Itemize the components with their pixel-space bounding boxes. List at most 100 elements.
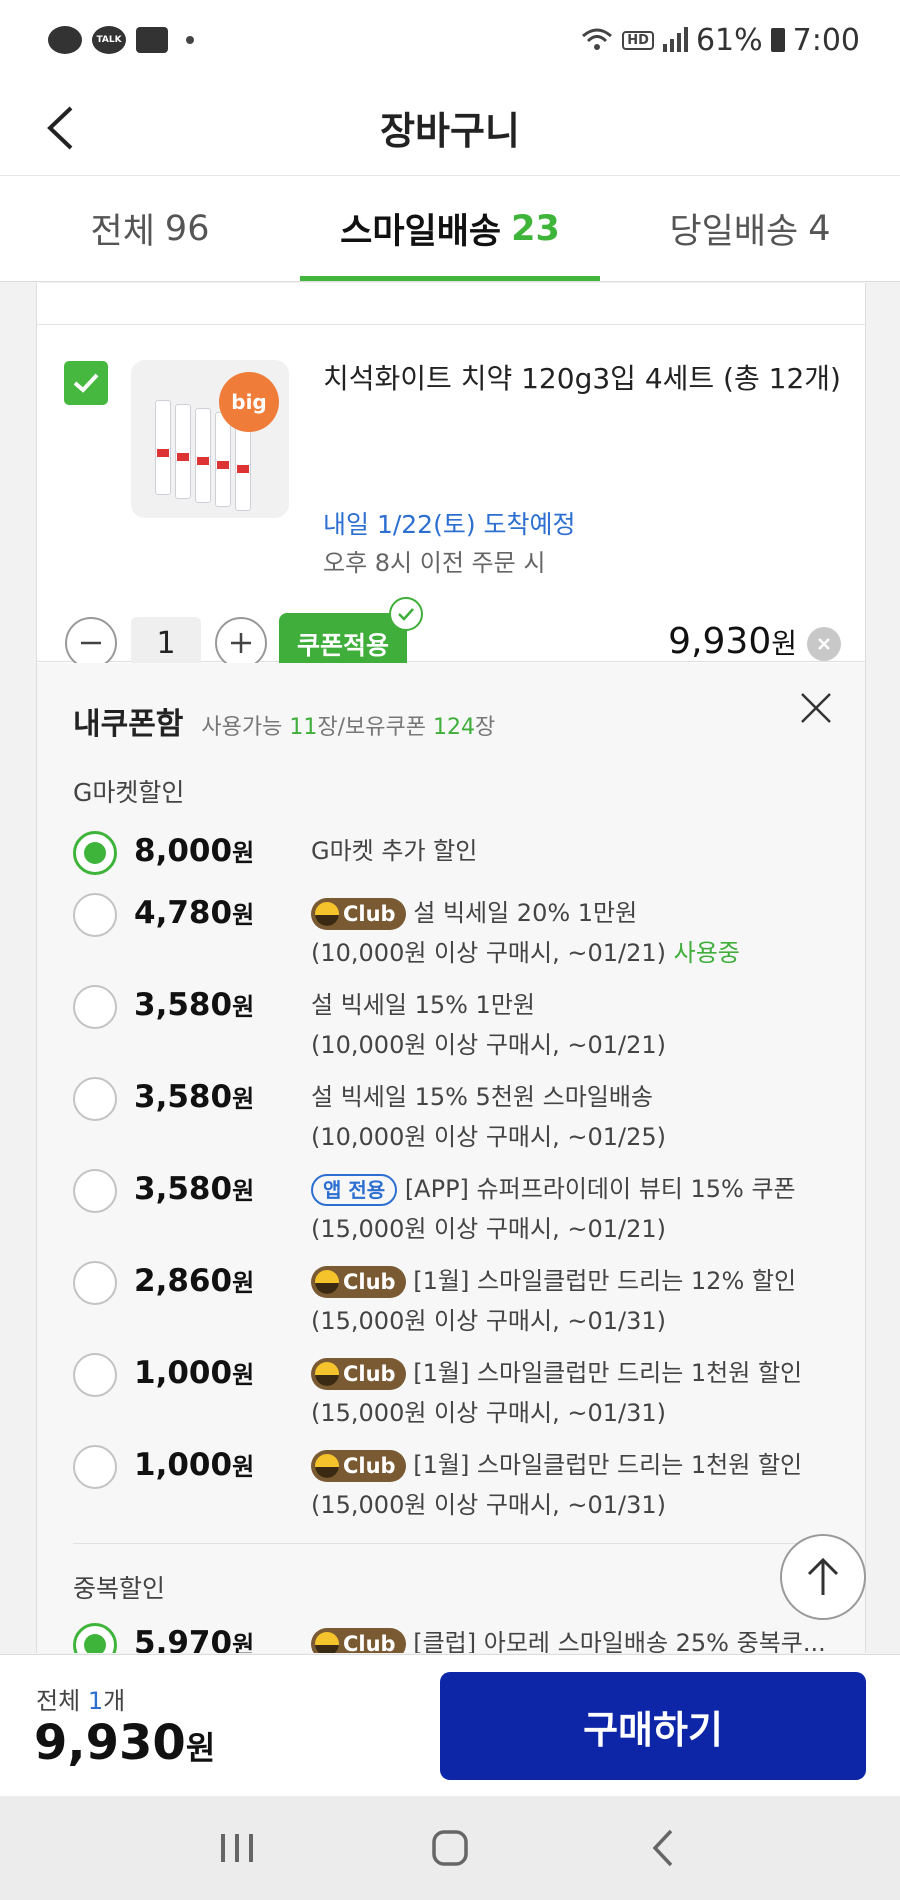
section-duplicate-discount: 중복할인 xyxy=(73,1574,166,1603)
total-price: 9,930원 xyxy=(34,1715,216,1771)
coupon-option[interactable]: 3,580원 설 빅세일 15% 5천원 스마일배송 (10,000원 이상 구… xyxy=(73,1077,833,1157)
smile-club-icon xyxy=(315,1632,339,1653)
tab-label: 스마일배송 xyxy=(340,212,502,252)
coupon-applied-check-icon xyxy=(389,597,423,631)
coupon-radio[interactable] xyxy=(73,1353,117,1397)
coupon-option[interactable]: 3,580원 앱 전용 [APP] 슈퍼프라이데이 뷰티 15% 쿠폰 (15,… xyxy=(73,1169,833,1249)
coupon-desc: G마켓 추가 할인 xyxy=(311,837,478,865)
in-use-label: 사용중 xyxy=(673,939,740,967)
coupon-desc: 설 빅세일 15% 5천원 스마일배송 (10,000원 이상 구매시, ~01… xyxy=(311,1083,666,1151)
notification-dot-icon xyxy=(186,36,194,44)
smile-club-icon xyxy=(315,1454,339,1478)
coupon-radio[interactable] xyxy=(73,1623,117,1653)
coupon-desc: 설 빅세일 15% 1만원 (10,000원 이상 구매시, ~01/21) xyxy=(311,991,666,1059)
coupon-amount: 3,580원 xyxy=(134,1171,255,1207)
section-gmarket-discount: G마켓할인 xyxy=(73,778,185,807)
coupon-radio[interactable] xyxy=(73,985,117,1029)
scroll-to-top-button[interactable] xyxy=(780,1534,866,1620)
coupon-amount: 3,580원 xyxy=(134,987,255,1023)
cart-content[interactable]: big 치석화이트 치약 120g3입 4세트 (총 12개) 내일 1/22(… xyxy=(36,283,866,1653)
wifi-icon xyxy=(582,28,613,50)
coupon-radio[interactable] xyxy=(73,1445,117,1489)
coupon-radio[interactable] xyxy=(73,831,117,875)
coupon-desc: Club [클럽] 아모레 스마일배송 25% 중복쿠... xyxy=(311,1623,841,1653)
tab-label: 전체 xyxy=(90,212,155,252)
coupon-amount: 5,970원 xyxy=(134,1625,255,1653)
status-bar: TALK HD 61% 7:00 xyxy=(0,0,900,80)
club-badge: Club xyxy=(311,898,406,930)
arrow-up-icon xyxy=(807,1557,839,1595)
coupon-panel: 내쿠폰함 사용가능 11장/보유쿠폰 124장 G마켓할인 8,000원 G마켓… xyxy=(37,663,865,1653)
coupon-amount: 3,580원 xyxy=(134,1079,255,1115)
coupon-option[interactable]: 2,860원 Club [1월] 스마일클럽만 드리는 12% 할인 (15,0… xyxy=(73,1261,833,1341)
system-back-button[interactable] xyxy=(623,1813,703,1883)
remove-item-button[interactable] xyxy=(807,627,841,661)
minus-icon xyxy=(81,641,101,645)
photo-icon xyxy=(136,27,168,53)
section-divider xyxy=(73,1543,829,1544)
coupon-radio[interactable] xyxy=(73,1077,117,1121)
item-price: 9,930원 xyxy=(668,621,797,662)
coupon-amount: 1,000원 xyxy=(134,1355,255,1391)
coupon-amount: 2,860원 xyxy=(134,1263,255,1299)
item-checkbox[interactable] xyxy=(64,361,108,405)
app-only-badge: 앱 전용 xyxy=(311,1174,398,1206)
tab-bar: 전체 96 스마일배송 23 당일배송 4 xyxy=(0,176,900,282)
coupon-radio[interactable] xyxy=(73,1169,117,1213)
club-badge: Club xyxy=(311,1628,406,1653)
delivery-date: 내일 1/22(토) 도착예정 xyxy=(323,510,576,539)
smile-club-icon xyxy=(315,1362,339,1386)
cart-item: big 치석화이트 치약 120g3입 4세트 (총 12개) 내일 1/22(… xyxy=(37,325,865,675)
previous-item-edge xyxy=(37,283,865,325)
recent-apps-button[interactable] xyxy=(197,1813,277,1883)
hd-icon: HD xyxy=(622,30,654,50)
toothpaste-tube-icon xyxy=(195,408,211,503)
tab-label: 당일배송 xyxy=(669,212,799,252)
apply-coupon-label: 쿠폰적용 xyxy=(296,631,389,660)
talk-icon: TALK xyxy=(92,26,126,54)
plus-icon xyxy=(231,633,251,653)
quantity-stepper: 1 xyxy=(65,617,267,669)
tab-count: 23 xyxy=(511,208,560,249)
battery-percent: 61% xyxy=(695,22,763,58)
recent-apps-icon xyxy=(220,1834,253,1862)
signal-icon xyxy=(662,27,688,52)
total-count-label: 전체 1개 xyxy=(36,1687,126,1715)
product-name[interactable]: 치석화이트 치약 120g3입 4세트 (총 12개) xyxy=(323,357,843,401)
back-button[interactable] xyxy=(30,98,90,158)
coupon-option[interactable]: 3,580원 설 빅세일 15% 1만원 (10,000원 이상 구매시, ~0… xyxy=(73,985,833,1065)
coupon-panel-header: 내쿠폰함 사용가능 11장/보유쿠폰 124장 xyxy=(73,699,495,743)
close-coupon-panel-button[interactable] xyxy=(793,685,839,731)
tab-count: 96 xyxy=(164,208,210,249)
coupon-option[interactable]: 1,000원 Club [1월] 스마일클럽만 드리는 1천원 할인 (15,0… xyxy=(73,1353,833,1433)
coupon-option[interactable]: 1,000원 Club [1월] 스마일클럽만 드리는 1천원 할인 (15,0… xyxy=(73,1445,833,1525)
club-badge: Club xyxy=(311,1450,406,1482)
club-badge: Club xyxy=(311,1358,406,1390)
coupon-option[interactable]: 5,970원 Club [클럽] 아모레 스마일배송 25% 중복쿠... xyxy=(73,1623,833,1653)
coupon-counts: 사용가능 11장/보유쿠폰 124장 xyxy=(201,715,496,740)
system-nav-bar xyxy=(0,1796,900,1900)
coupon-desc: 앱 전용 [APP] 슈퍼프라이데이 뷰티 15% 쿠폰 (15,000원 이상… xyxy=(311,1174,796,1243)
coupon-desc: Club [1월] 스마일클럽만 드리는 1천원 할인 (15,000원 이상 … xyxy=(311,1450,803,1519)
page-title: 장바구니 xyxy=(380,109,520,153)
increase-quantity-button[interactable] xyxy=(215,617,267,669)
buy-button[interactable]: 구매하기 xyxy=(440,1672,866,1780)
chevron-left-icon xyxy=(47,106,73,150)
coupon-radio[interactable] xyxy=(73,893,117,937)
quantity-value[interactable]: 1 xyxy=(131,617,201,669)
tab-same-day[interactable]: 당일배송 4 xyxy=(600,176,900,281)
toothpaste-tube-icon xyxy=(215,412,231,507)
coupon-radio[interactable] xyxy=(73,1261,117,1305)
home-icon xyxy=(432,1830,468,1866)
checkmark-icon xyxy=(73,373,99,393)
home-button[interactable] xyxy=(410,1813,490,1883)
decrease-quantity-button[interactable] xyxy=(65,617,117,669)
close-icon xyxy=(801,693,831,723)
tab-smile-delivery[interactable]: 스마일배송 23 xyxy=(300,176,600,281)
coupon-amount: 4,780원 xyxy=(134,895,255,931)
coupon-desc: Club [1월] 스마일클럽만 드리는 12% 할인 (15,000원 이상 … xyxy=(311,1266,797,1335)
toothpaste-tube-icon xyxy=(175,404,191,499)
coupon-option[interactable]: 4,780원 Club 설 빅세일 20% 1만원 (10,000원 이상 구매… xyxy=(73,893,833,973)
tab-all[interactable]: 전체 96 xyxy=(0,176,300,281)
product-image[interactable]: big xyxy=(131,360,289,518)
